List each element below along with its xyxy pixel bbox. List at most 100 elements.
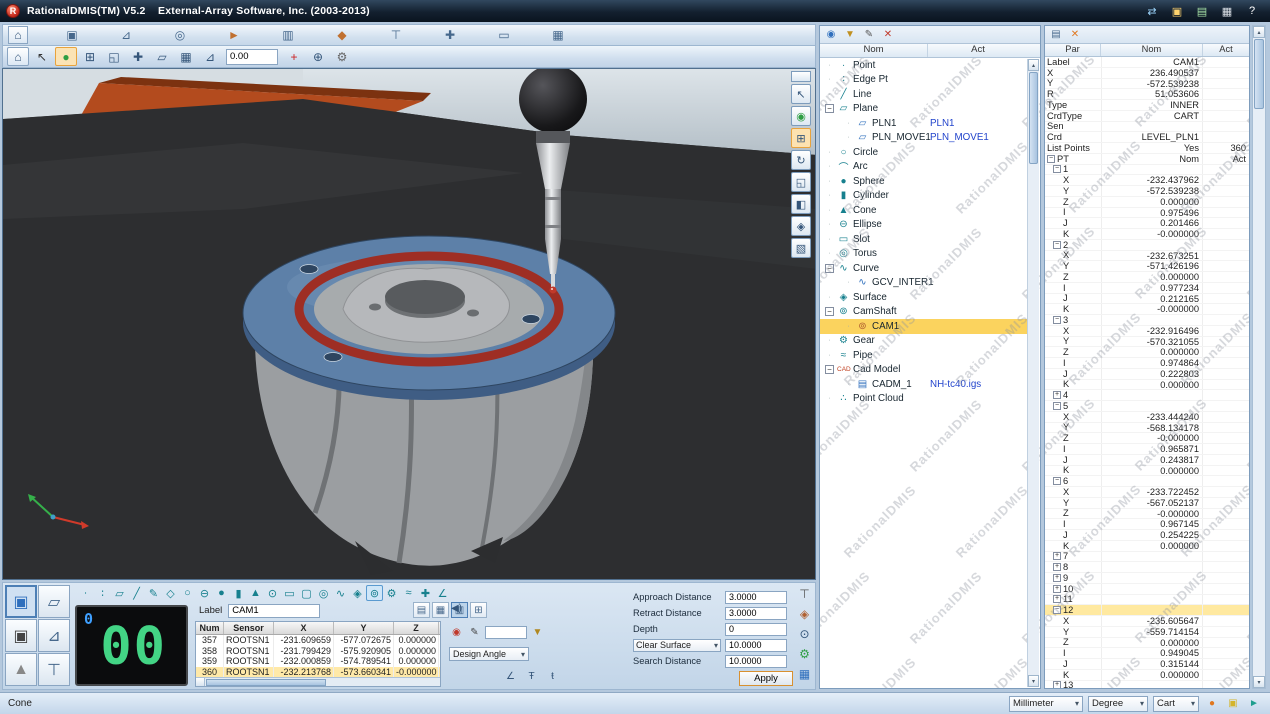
prop-nom-value[interactable]: -572.539238 bbox=[1101, 186, 1203, 196]
prop-nom-value[interactable]: 0.000000 bbox=[1101, 380, 1203, 390]
tp-icon[interactable]: Ŧ bbox=[524, 669, 539, 683]
label-input[interactable] bbox=[228, 604, 320, 618]
prop-row-r[interactable]: R51.053606 bbox=[1045, 89, 1249, 100]
scroll-left-icon[interactable] bbox=[196, 678, 205, 686]
prop-nom-value[interactable]: -568.134178 bbox=[1101, 423, 1203, 433]
retract-distance-input[interactable] bbox=[725, 607, 787, 620]
expand-toggle-icon[interactable]: + bbox=[1053, 574, 1061, 582]
prop-nom-value[interactable]: -0.000000 bbox=[1101, 509, 1203, 519]
prop-nom-value[interactable]: 0.977234 bbox=[1101, 283, 1203, 293]
rect-geo-icon[interactable]: ▢ bbox=[298, 585, 315, 601]
prop-row-7[interactable]: +7 bbox=[1045, 552, 1249, 563]
monitor-icon[interactable]: ▥ bbox=[278, 26, 298, 44]
slot-geo-icon[interactable]: ▭ bbox=[281, 585, 298, 601]
select-icon[interactable]: ↖ bbox=[31, 47, 53, 66]
expand-toggle-icon[interactable]: + bbox=[1053, 681, 1061, 688]
filter-y-icon[interactable]: ▼ bbox=[530, 625, 545, 639]
prop-nom-value[interactable] bbox=[1101, 315, 1203, 325]
prop-row-y[interactable]: Y-567.052137 bbox=[1045, 498, 1249, 509]
polygon-geo-icon[interactable]: ◇ bbox=[162, 585, 179, 601]
clip-box-icon[interactable]: ▦ bbox=[175, 47, 197, 66]
prop-row-z[interactable]: Z-0.000000 bbox=[1045, 433, 1249, 444]
prop-row-x[interactable]: X-235.605647 bbox=[1045, 616, 1249, 627]
tree-item-point[interactable]: ·∙Point bbox=[820, 58, 1028, 73]
trackball-icon[interactable]: ● bbox=[55, 47, 77, 66]
tree-item-pln-move1[interactable]: ·▱PLN_MOVE1PLN_MOVE1 bbox=[820, 131, 1028, 146]
properties-scrollbar[interactable] bbox=[1252, 25, 1266, 689]
sensor-icon[interactable]: ◉ bbox=[449, 625, 464, 639]
sketch-geo-icon[interactable]: ✎ bbox=[145, 585, 162, 601]
prop-row-x[interactable]: X-233.444240 bbox=[1045, 412, 1249, 423]
scroll-up-icon[interactable] bbox=[1253, 26, 1265, 38]
apply-button[interactable]: Apply bbox=[739, 671, 793, 686]
prop-nom-value[interactable] bbox=[1101, 681, 1203, 689]
search-distance-input[interactable] bbox=[725, 655, 787, 668]
edge-geo-icon[interactable]: ∶ bbox=[94, 585, 111, 601]
delete-icon[interactable]: ✕ bbox=[880, 27, 896, 42]
ready-status-icon[interactable]: ► bbox=[1246, 696, 1262, 712]
prop-nom-value[interactable]: 0.949045 bbox=[1101, 648, 1203, 658]
cylinder-geo-icon[interactable]: ▮ bbox=[230, 585, 247, 601]
devices-icon[interactable]: ▣ bbox=[1169, 4, 1185, 18]
cone-geo-icon[interactable]: ▲ bbox=[247, 585, 264, 601]
table-icon[interactable]: ▦ bbox=[796, 665, 814, 682]
prop-nom-value[interactable]: LEVEL_PLN1 bbox=[1101, 132, 1203, 142]
prop-nom-value[interactable]: 0.965871 bbox=[1101, 444, 1203, 454]
expand-toggle-icon[interactable]: − bbox=[1053, 402, 1061, 410]
machine-icon[interactable]: ⊤ bbox=[796, 585, 814, 602]
prop-row-j[interactable]: J0.222803 bbox=[1045, 369, 1249, 380]
tree-item-circle[interactable]: ·○Circle bbox=[820, 145, 1028, 160]
status-select-cart[interactable]: Cart bbox=[1153, 696, 1199, 712]
prop-row-13[interactable]: +13 bbox=[1045, 681, 1249, 689]
prop-row-x[interactable]: X-232.916496 bbox=[1045, 326, 1249, 337]
title-bar[interactable]: R RationalDMIS(TM) V5.2 External-Array S… bbox=[0, 0, 1270, 22]
zoom-view-icon[interactable]: ⊞ bbox=[791, 128, 811, 148]
prop-row-z[interactable]: Z0.000000 bbox=[1045, 347, 1249, 358]
tree-scrollbar[interactable] bbox=[1027, 59, 1039, 687]
filter-icon[interactable]: ▼ bbox=[842, 27, 858, 42]
caliper-button[interactable]: ⊿ bbox=[38, 619, 70, 652]
scroll-down-icon[interactable] bbox=[1028, 675, 1039, 687]
prop-row-pt[interactable]: −PTNomAct bbox=[1045, 154, 1249, 165]
status-select-millimeter[interactable]: Millimeter bbox=[1009, 696, 1083, 712]
prop-row-y[interactable]: Y-559.714154 bbox=[1045, 627, 1249, 638]
prop-row-crd[interactable]: CrdLEVEL_PLN1 bbox=[1045, 132, 1249, 143]
scroll-up-icon[interactable] bbox=[1028, 59, 1039, 71]
filter-input[interactable] bbox=[485, 626, 527, 639]
prop-nom-value[interactable]: CAM1 bbox=[1101, 57, 1203, 67]
design-angle-select[interactable]: Design Angle bbox=[449, 647, 529, 661]
prop-row-y[interactable]: Y-568.134178 bbox=[1045, 423, 1249, 434]
expand-toggle-icon[interactable]: − bbox=[1053, 606, 1061, 614]
prop-nom-value[interactable]: -0.000000 bbox=[1101, 304, 1203, 314]
prop-row-12[interactable]: −12 bbox=[1045, 605, 1249, 616]
grid-icon[interactable]: ▦ bbox=[548, 26, 568, 44]
prop-row-x[interactable]: X236.490537 bbox=[1045, 68, 1249, 79]
circle3-geo-icon[interactable]: ⊙ bbox=[264, 585, 281, 601]
table-row[interactable]: 357ROOTSN1-231.609659-577.0726750.000000 bbox=[196, 635, 440, 646]
prop-row-9[interactable]: +9 bbox=[1045, 573, 1249, 584]
scroll-thumb[interactable] bbox=[206, 679, 326, 686]
flag-icon[interactable]: ► bbox=[224, 26, 244, 44]
column-header-num[interactable]: Num bbox=[196, 622, 224, 634]
expand-toggle-icon[interactable]: + bbox=[1053, 391, 1061, 399]
tree-item-cone[interactable]: ·▲Cone bbox=[820, 203, 1028, 218]
prop-nom-value[interactable]: CART bbox=[1101, 111, 1203, 121]
scroll-thumb[interactable] bbox=[1029, 72, 1038, 164]
prop-nom-value[interactable]: -559.714154 bbox=[1101, 627, 1203, 637]
ellipse-geo-icon[interactable]: ⊖ bbox=[196, 585, 213, 601]
section-view-icon[interactable]: ▧ bbox=[791, 238, 811, 258]
point-geo-icon[interactable]: ∙ bbox=[77, 585, 94, 601]
prop-nom-value[interactable]: -232.916496 bbox=[1101, 326, 1203, 336]
probe-ball-icon[interactable]: ◉ bbox=[823, 27, 839, 42]
expand-toggle-icon[interactable]: + bbox=[1053, 552, 1061, 560]
expand-toggle-icon[interactable]: − bbox=[1053, 316, 1061, 324]
prop-row-4[interactable]: +4 bbox=[1045, 390, 1249, 401]
line-geo-icon[interactable]: ╱ bbox=[128, 585, 145, 601]
table-hscrollbar[interactable] bbox=[196, 677, 440, 686]
prop-row-8[interactable]: +8 bbox=[1045, 562, 1249, 573]
target-icon[interactable]: ◎ bbox=[170, 26, 190, 44]
home-icon[interactable]: ⌂ bbox=[7, 47, 29, 66]
plane-geo-icon[interactable]: ▱ bbox=[111, 585, 128, 601]
prop-row-i[interactable]: I0.967145 bbox=[1045, 519, 1249, 530]
prop-row-6[interactable]: −6 bbox=[1045, 476, 1249, 487]
